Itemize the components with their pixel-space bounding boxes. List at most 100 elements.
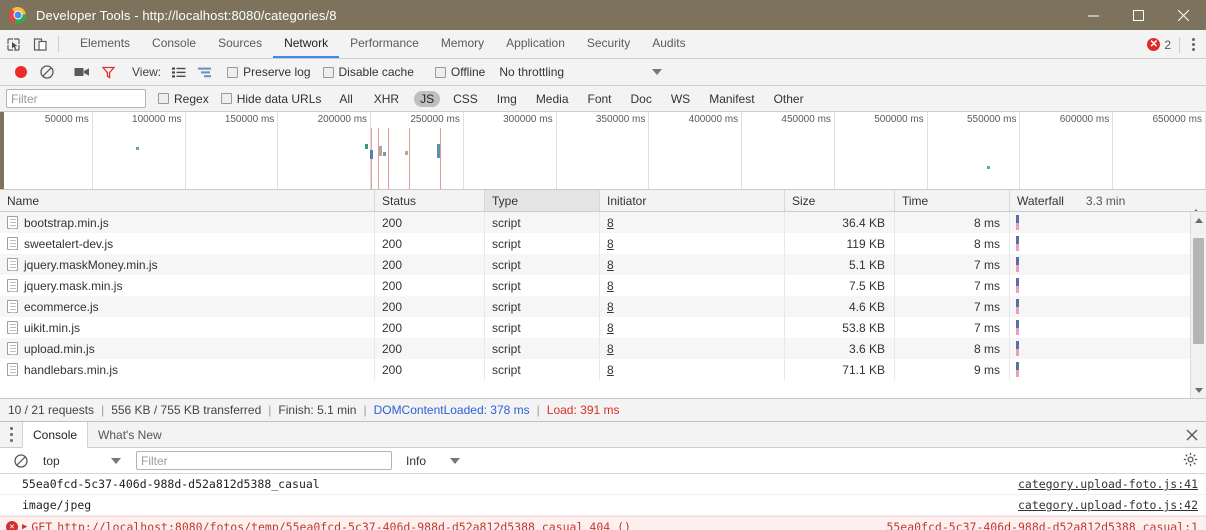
table-row[interactable]: jquery.mask.min.js200script87.5 KB7 ms [0, 275, 1206, 296]
disable-cache-checkbox[interactable]: Disable cache [323, 65, 414, 79]
table-row[interactable]: sweetalert-dev.js200script8119 KB8 ms [0, 233, 1206, 254]
offline-checkbox[interactable]: Offline [435, 65, 485, 79]
column-header-type[interactable]: Type [485, 190, 600, 211]
expand-arrow-icon[interactable]: ▶ [22, 522, 27, 530]
preserve-log-checkbox[interactable]: Preserve log [227, 65, 310, 79]
clear-console-button[interactable] [8, 450, 34, 472]
overview-tick-label: 250000 ms [410, 114, 459, 125]
scrollbar-thumb[interactable] [1193, 238, 1204, 344]
type-filter-js[interactable]: JS [414, 91, 440, 107]
column-header-waterfall[interactable]: Waterfall 3.3 min [1010, 190, 1206, 211]
waterfall-bar [1016, 341, 1019, 356]
console-error-message[interactable]: ✕▶GEThttp://localhost:8080/fotos/temp/55… [0, 516, 1206, 530]
drawer-close-button[interactable] [1186, 422, 1198, 448]
scroll-up-arrow[interactable] [1191, 212, 1206, 228]
table-row[interactable]: ecommerce.js200script84.6 KB7 ms [0, 296, 1206, 317]
tab-elements[interactable]: Elements [69, 30, 141, 58]
hide-data-urls-checkbox[interactable]: Hide data URLs [221, 92, 322, 106]
tab-memory[interactable]: Memory [430, 30, 495, 58]
throttling-select[interactable]: No throttling [499, 65, 564, 79]
column-header-time[interactable]: Time [895, 190, 1010, 211]
close-button[interactable] [1161, 0, 1206, 30]
overview-tick-label: 200000 ms [318, 114, 367, 125]
request-url-link[interactable]: http://localhost:8080/fotos/temp/55ea0fc… [57, 520, 583, 530]
initiator-link[interactable]: 8 [607, 300, 614, 314]
error-count-badge[interactable]: ✕ 2 [1147, 37, 1180, 53]
initiator-link[interactable]: 8 [607, 237, 614, 251]
column-header-status[interactable]: Status [375, 190, 485, 211]
record-button[interactable] [8, 61, 34, 83]
table-row[interactable]: bootstrap.min.js200script836.4 KB8 ms [0, 212, 1206, 233]
scroll-down-arrow[interactable] [1191, 382, 1206, 398]
type-filter-doc[interactable]: Doc [625, 91, 658, 107]
initiator-link[interactable]: 8 [607, 279, 614, 293]
message-source-link[interactable]: category.upload-foto.js:41 [1018, 477, 1198, 491]
network-overview-timeline[interactable]: 50000 ms100000 ms150000 ms200000 ms25000… [0, 112, 1206, 190]
execution-context-select[interactable]: top [43, 454, 127, 468]
column-header-size[interactable]: Size [785, 190, 895, 211]
type-filter-css[interactable]: CSS [447, 91, 484, 107]
message-source-link[interactable]: category.upload-foto.js:42 [1018, 498, 1198, 512]
column-header-name[interactable]: Name [0, 190, 375, 211]
table-row[interactable]: handlebars.min.js200script871.1 KB9 ms [0, 359, 1206, 380]
initiator-link[interactable]: 8 [607, 342, 614, 356]
console-level-select[interactable]: Info [406, 454, 460, 468]
sort-ascending-icon[interactable] [1192, 195, 1200, 209]
drawer-tab-whats-new[interactable]: What's New [88, 422, 172, 447]
tab-performance[interactable]: Performance [339, 30, 430, 58]
console-log-message[interactable]: 55ea0fcd-5c37-406d-988d-d52a812d5388_cas… [0, 474, 1206, 495]
table-row[interactable]: upload.min.js200script83.6 KB8 ms [0, 338, 1206, 359]
console-log-message[interactable]: image/jpegcategory.upload-foto.js:42 [0, 495, 1206, 516]
initiator-link[interactable]: 8 [607, 363, 614, 377]
message-source-link[interactable]: 55ea0fcd-5c37-406d-988d-d52a812d5388_cas… [886, 520, 1198, 530]
chevron-down-icon[interactable] [652, 69, 662, 75]
inspect-element-icon[interactable] [0, 30, 27, 58]
cell-status: 200 [375, 317, 485, 338]
console-settings-icon[interactable] [1183, 452, 1198, 470]
console-drawer: Console What's New top Info [0, 422, 1206, 530]
maximize-button[interactable] [1116, 0, 1161, 30]
drawer-menu-icon[interactable] [0, 422, 22, 447]
initiator-link[interactable]: 8 [607, 321, 614, 335]
initiator-link[interactable]: 8 [607, 216, 614, 230]
tab-application[interactable]: Application [495, 30, 576, 58]
tab-console[interactable]: Console [141, 30, 207, 58]
type-filter-media[interactable]: Media [530, 91, 575, 107]
devtools-menu-icon[interactable] [1184, 38, 1202, 51]
waterfall-label: Waterfall [1017, 194, 1064, 208]
tab-security[interactable]: Security [576, 30, 641, 58]
tab-audits[interactable]: Audits [641, 30, 696, 58]
type-filter-all[interactable]: All [333, 91, 358, 107]
tab-sources[interactable]: Sources [207, 30, 273, 58]
cell-size-text: 36.4 KB [842, 216, 885, 230]
type-filter-img[interactable]: Img [491, 91, 523, 107]
type-filter-ws[interactable]: WS [665, 91, 696, 107]
capture-screenshots-icon[interactable] [69, 61, 95, 83]
column-header-initiator[interactable]: Initiator [600, 190, 785, 211]
initiator-link[interactable]: 8 [607, 258, 614, 272]
waterfall-view-icon[interactable] [192, 61, 218, 83]
overview-tick: 50000 ms [0, 112, 93, 189]
type-filter-xhr[interactable]: XHR [368, 91, 405, 107]
clear-button[interactable] [34, 61, 60, 83]
cell-status: 200 [375, 359, 485, 380]
minimize-button[interactable] [1071, 0, 1116, 30]
type-filter-other[interactable]: Other [768, 91, 810, 107]
type-filter-manifest[interactable]: Manifest [703, 91, 760, 107]
chevron-down-icon [111, 458, 121, 464]
console-filter-input[interactable] [136, 451, 392, 470]
toggle-device-toolbar-icon[interactable] [27, 30, 54, 58]
cell-time-text: 7 ms [974, 321, 1000, 335]
table-row[interactable]: uikit.min.js200script853.8 KB7 ms [0, 317, 1206, 338]
summary-separator: | [537, 403, 540, 417]
table-row[interactable]: jquery.maskMoney.min.js200script85.1 KB7… [0, 254, 1206, 275]
filter-input[interactable] [6, 89, 146, 108]
table-vertical-scrollbar[interactable] [1190, 212, 1206, 398]
filter-toggle-icon[interactable] [95, 61, 121, 83]
regex-checkbox[interactable]: Regex [158, 92, 209, 106]
tab-network[interactable]: Network [273, 30, 339, 58]
list-view-icon[interactable] [166, 61, 192, 83]
cell-name: sweetalert-dev.js [0, 233, 375, 254]
type-filter-font[interactable]: Font [582, 91, 618, 107]
drawer-tab-console[interactable]: Console [22, 422, 88, 448]
